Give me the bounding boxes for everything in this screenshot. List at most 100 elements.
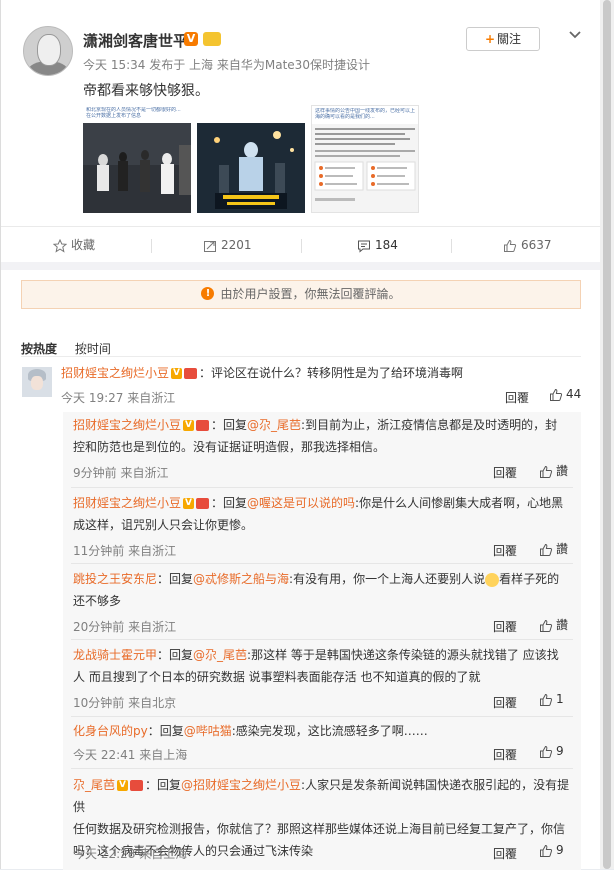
- reply-body: :感染完发现，这比流感轻多了啊……: [231, 724, 428, 738]
- reply-like-count: 1: [556, 692, 564, 706]
- post-action-bar: 收藏 2201 184 6637: [1, 226, 601, 264]
- like-button[interactable]: 6637: [503, 227, 552, 263]
- chevron-down-icon[interactable]: [567, 28, 583, 42]
- post-image-2[interactable]: [197, 105, 305, 213]
- post-timestamp[interactable]: 今天 15:34: [83, 58, 145, 72]
- comment-body: ：评论区在说什么？转移阴性是为了给环境消毒啊: [199, 366, 464, 380]
- comment-time: 今天 19:27: [61, 391, 124, 405]
- reply-body-cont: 控和防范也是到位的。没有证据证明造假，那我选择相信。: [73, 440, 386, 454]
- reply-button[interactable]: 回覆: [493, 845, 517, 862]
- level-icon: [130, 780, 144, 791]
- reply-username[interactable]: 跳投之王安东尼: [73, 572, 157, 586]
- thumbs-up-icon: [540, 465, 553, 478]
- verified-badge-icon: V: [184, 32, 198, 46]
- comment-location: 来自浙江: [127, 391, 176, 405]
- reply-like-button[interactable]: 1: [539, 692, 564, 707]
- reply-like-button[interactable]: 讚: [539, 616, 568, 633]
- section-divider: [1, 262, 601, 270]
- weibo-post-card: 潇湘剑客唐世平 V 今天 15:34 发布于 上海 来自华为Mate30保时捷设…: [0, 0, 602, 870]
- reply-username[interactable]: 尕_尾芭: [73, 778, 115, 792]
- commenter-avatar[interactable]: [22, 367, 52, 397]
- reply-meta: 11分钟前 来自浙江: [73, 542, 176, 559]
- reply-like-button[interactable]: 9: [539, 744, 564, 759]
- tab-sort-by-hot[interactable]: 按热度: [21, 340, 57, 357]
- reply-button[interactable]: 回覆: [493, 746, 517, 763]
- post-image-3[interactable]: 这样事情的公告中国一线发布的，已经可以上海的确可以看的是我们的...: [311, 105, 419, 213]
- verified-icon: V: [117, 780, 129, 791]
- reply-username[interactable]: 招财婬宝之绚烂小豆: [73, 418, 181, 432]
- author-avatar[interactable]: [23, 26, 73, 76]
- thumbs-up-icon: [540, 693, 553, 706]
- post-image-1[interactable]: 和北京现在的人员情况不是一切都很好的... 在公开数据上发布了信息: [83, 105, 191, 213]
- post-text: 帝都看来够快够狠。: [83, 83, 209, 99]
- post-device: 来自华为Mate30保时捷设计: [216, 58, 370, 72]
- reply-1-text: 招财婬宝之绚烂小豆 V ：回复@尕_尾芭:到目前为止，浙江疫情信息都是及时透明的，封…: [73, 414, 573, 458]
- favorite-button[interactable]: 收藏: [52, 227, 96, 263]
- reply-like-count: 讚: [556, 542, 569, 556]
- repost-icon: [204, 240, 216, 252]
- reply-meta: 今天 22:41 来自上海: [73, 746, 187, 763]
- thumbs-up-icon: [540, 844, 553, 857]
- commenter-username[interactable]: 招财婬宝之绚烂小豆: [61, 366, 169, 380]
- reply-mention[interactable]: @忒修斯之船与海: [193, 572, 289, 586]
- reply-mention[interactable]: @尕_尾芭: [247, 418, 301, 432]
- level-badge-icon: [203, 32, 221, 46]
- comment-sort-tabs: 按热度 按时间: [21, 340, 125, 357]
- author-username[interactable]: 潇湘剑客唐世平: [83, 30, 188, 51]
- reply-mention[interactable]: @喔这是可以说的吗: [247, 496, 355, 510]
- reply-button[interactable]: 回覆: [493, 694, 517, 711]
- reply-time: 9分钟前: [73, 466, 117, 480]
- comment-button[interactable]: 184: [357, 227, 398, 263]
- verified-icon: V: [183, 498, 195, 509]
- reply-location: 来自浙江: [128, 620, 177, 634]
- reply-body-cont: 人 而且搜到了个日本的研究数据 说事塑料表面能存活 也不知道真的假的了就: [73, 670, 481, 684]
- reply-mention[interactable]: @招财婬宝之绚烂小豆: [181, 778, 301, 792]
- level-icon: [196, 420, 210, 431]
- reply-like-button[interactable]: 讚: [539, 540, 568, 557]
- reply-username[interactable]: 化身台风的py: [73, 724, 148, 738]
- reply-time: 今天 22:41: [73, 748, 136, 762]
- reply-mention[interactable]: @尕_尾芭: [193, 648, 247, 662]
- reply-like-button[interactable]: 9: [539, 843, 564, 858]
- reply-4-text: 龙战骑士霍元甲：回复@尕_尾芭:那这样 等于是韩国快递这条传染链的源头就找错了 …: [73, 644, 573, 688]
- reply-location: 来自浙江: [120, 466, 169, 480]
- reply-mention[interactable]: @哔咕猫: [184, 724, 232, 738]
- level-icon: [184, 368, 198, 379]
- reply-button[interactable]: 回覆: [493, 464, 517, 481]
- reply-button[interactable]: 回覆: [505, 389, 529, 406]
- tab-sort-by-time[interactable]: 按时间: [75, 340, 111, 357]
- reply-button[interactable]: 回覆: [493, 618, 517, 635]
- thumbs-up-icon: [504, 239, 517, 252]
- reply-meta: 10分钟前 来自北京: [73, 694, 176, 711]
- comment-restriction-notice: ! 由於用户設置，你無法回覆評論。: [21, 280, 581, 309]
- like-count: 6637: [521, 238, 552, 252]
- reply-body: :到目前为止，浙江疫情信息都是及时透明的，封: [301, 418, 558, 432]
- follow-label: 關注: [497, 32, 522, 46]
- follow-button[interactable]: + 關注: [466, 27, 540, 51]
- reply-username[interactable]: 龙战骑士霍元甲: [73, 648, 157, 662]
- reply-time: 11分钟前: [73, 544, 125, 558]
- reply-5-text: 化身台风的py：回复@哔咕猫:感染完发现，这比流感轻多了啊……: [73, 720, 573, 742]
- verified-icon: V: [171, 368, 183, 379]
- reply-like-count: 讚: [556, 464, 569, 478]
- reply-prefix: ：回复: [157, 648, 194, 662]
- reply-username[interactable]: 招财婬宝之绚烂小豆: [73, 496, 181, 510]
- warning-icon: !: [201, 287, 215, 300]
- reply-location: 来自浙江: [128, 544, 177, 558]
- reply-meta: 9分钟前 来自浙江: [73, 464, 168, 481]
- repost-button[interactable]: 2201: [203, 227, 252, 263]
- reply-location: 来自上海: [139, 748, 188, 762]
- reply-body: :有没有用，你一个上海人还要别人说: [289, 572, 486, 586]
- thumbs-up-icon: [540, 619, 553, 632]
- reply-button[interactable]: 回覆: [493, 542, 517, 559]
- comment-like-button[interactable]: 44: [549, 387, 581, 402]
- reply-location: 来自北京: [128, 696, 177, 710]
- page-scrollbar[interactable]: [600, 0, 614, 869]
- reply-meta: 20分钟前 来自浙江: [73, 618, 176, 635]
- plus-icon: +: [484, 32, 496, 46]
- thumbs-up-icon: [540, 543, 553, 556]
- favorite-label: 收藏: [71, 238, 96, 252]
- scrollbar-thumb[interactable]: [603, 0, 611, 869]
- reply-body: :你是什么人间惨剧集大成者啊，心地黑: [355, 496, 564, 510]
- reply-like-button[interactable]: 讚: [539, 462, 568, 479]
